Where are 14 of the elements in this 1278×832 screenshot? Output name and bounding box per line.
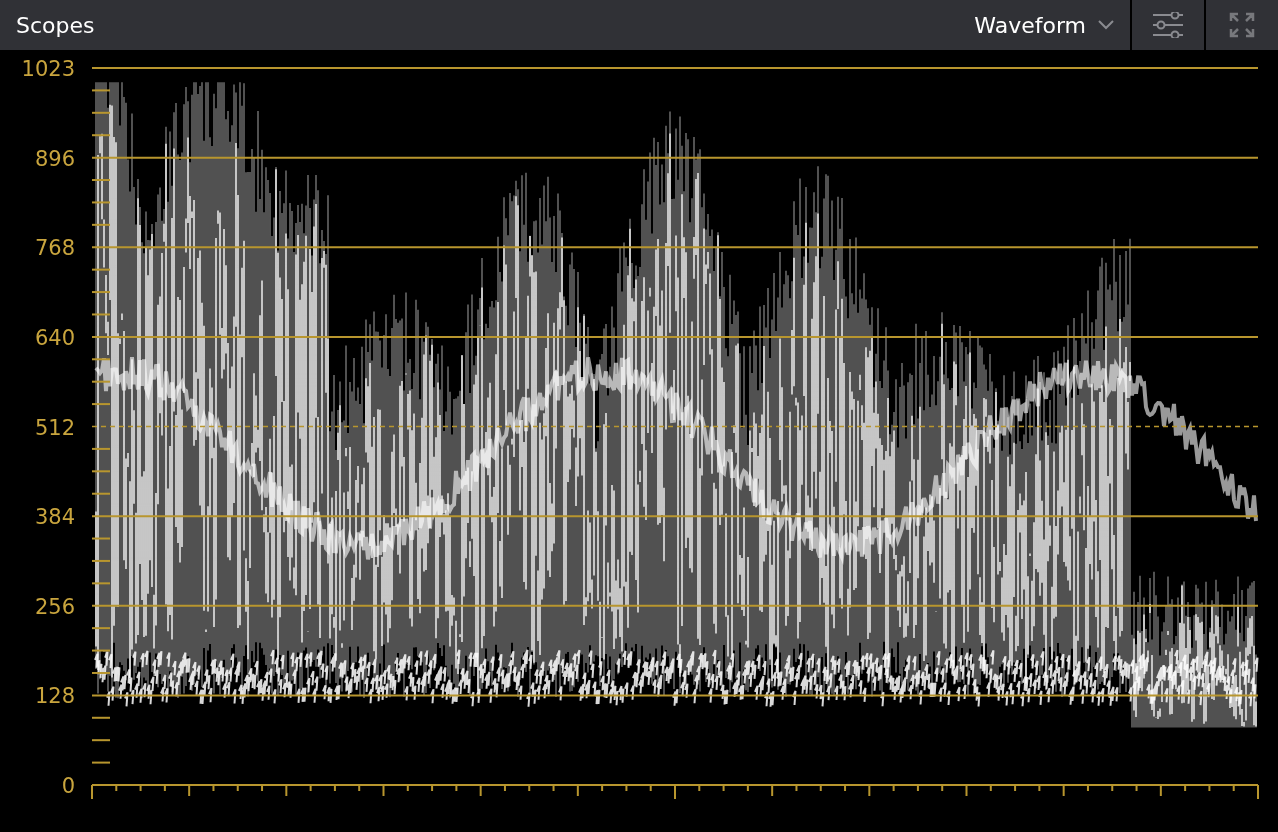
scale-label: 896 (34, 146, 75, 171)
scale-label: 128 (34, 684, 75, 709)
expand-icon (1229, 12, 1255, 38)
scale-label: 768 (34, 236, 75, 261)
scale-label: 256 (34, 594, 75, 619)
scale-label: 1023 (21, 57, 75, 81)
panel-title: Scopes (16, 11, 95, 40)
scale-label: 384 (34, 505, 75, 530)
scale-label: 0 (61, 774, 75, 798)
scope-type-dropdown[interactable]: Waveform (974, 0, 1130, 50)
sliders-icon (1152, 12, 1184, 38)
scale-label: 512 (34, 415, 75, 440)
chevron-down-icon (1098, 20, 1114, 30)
scale-label: 640 (34, 325, 75, 350)
